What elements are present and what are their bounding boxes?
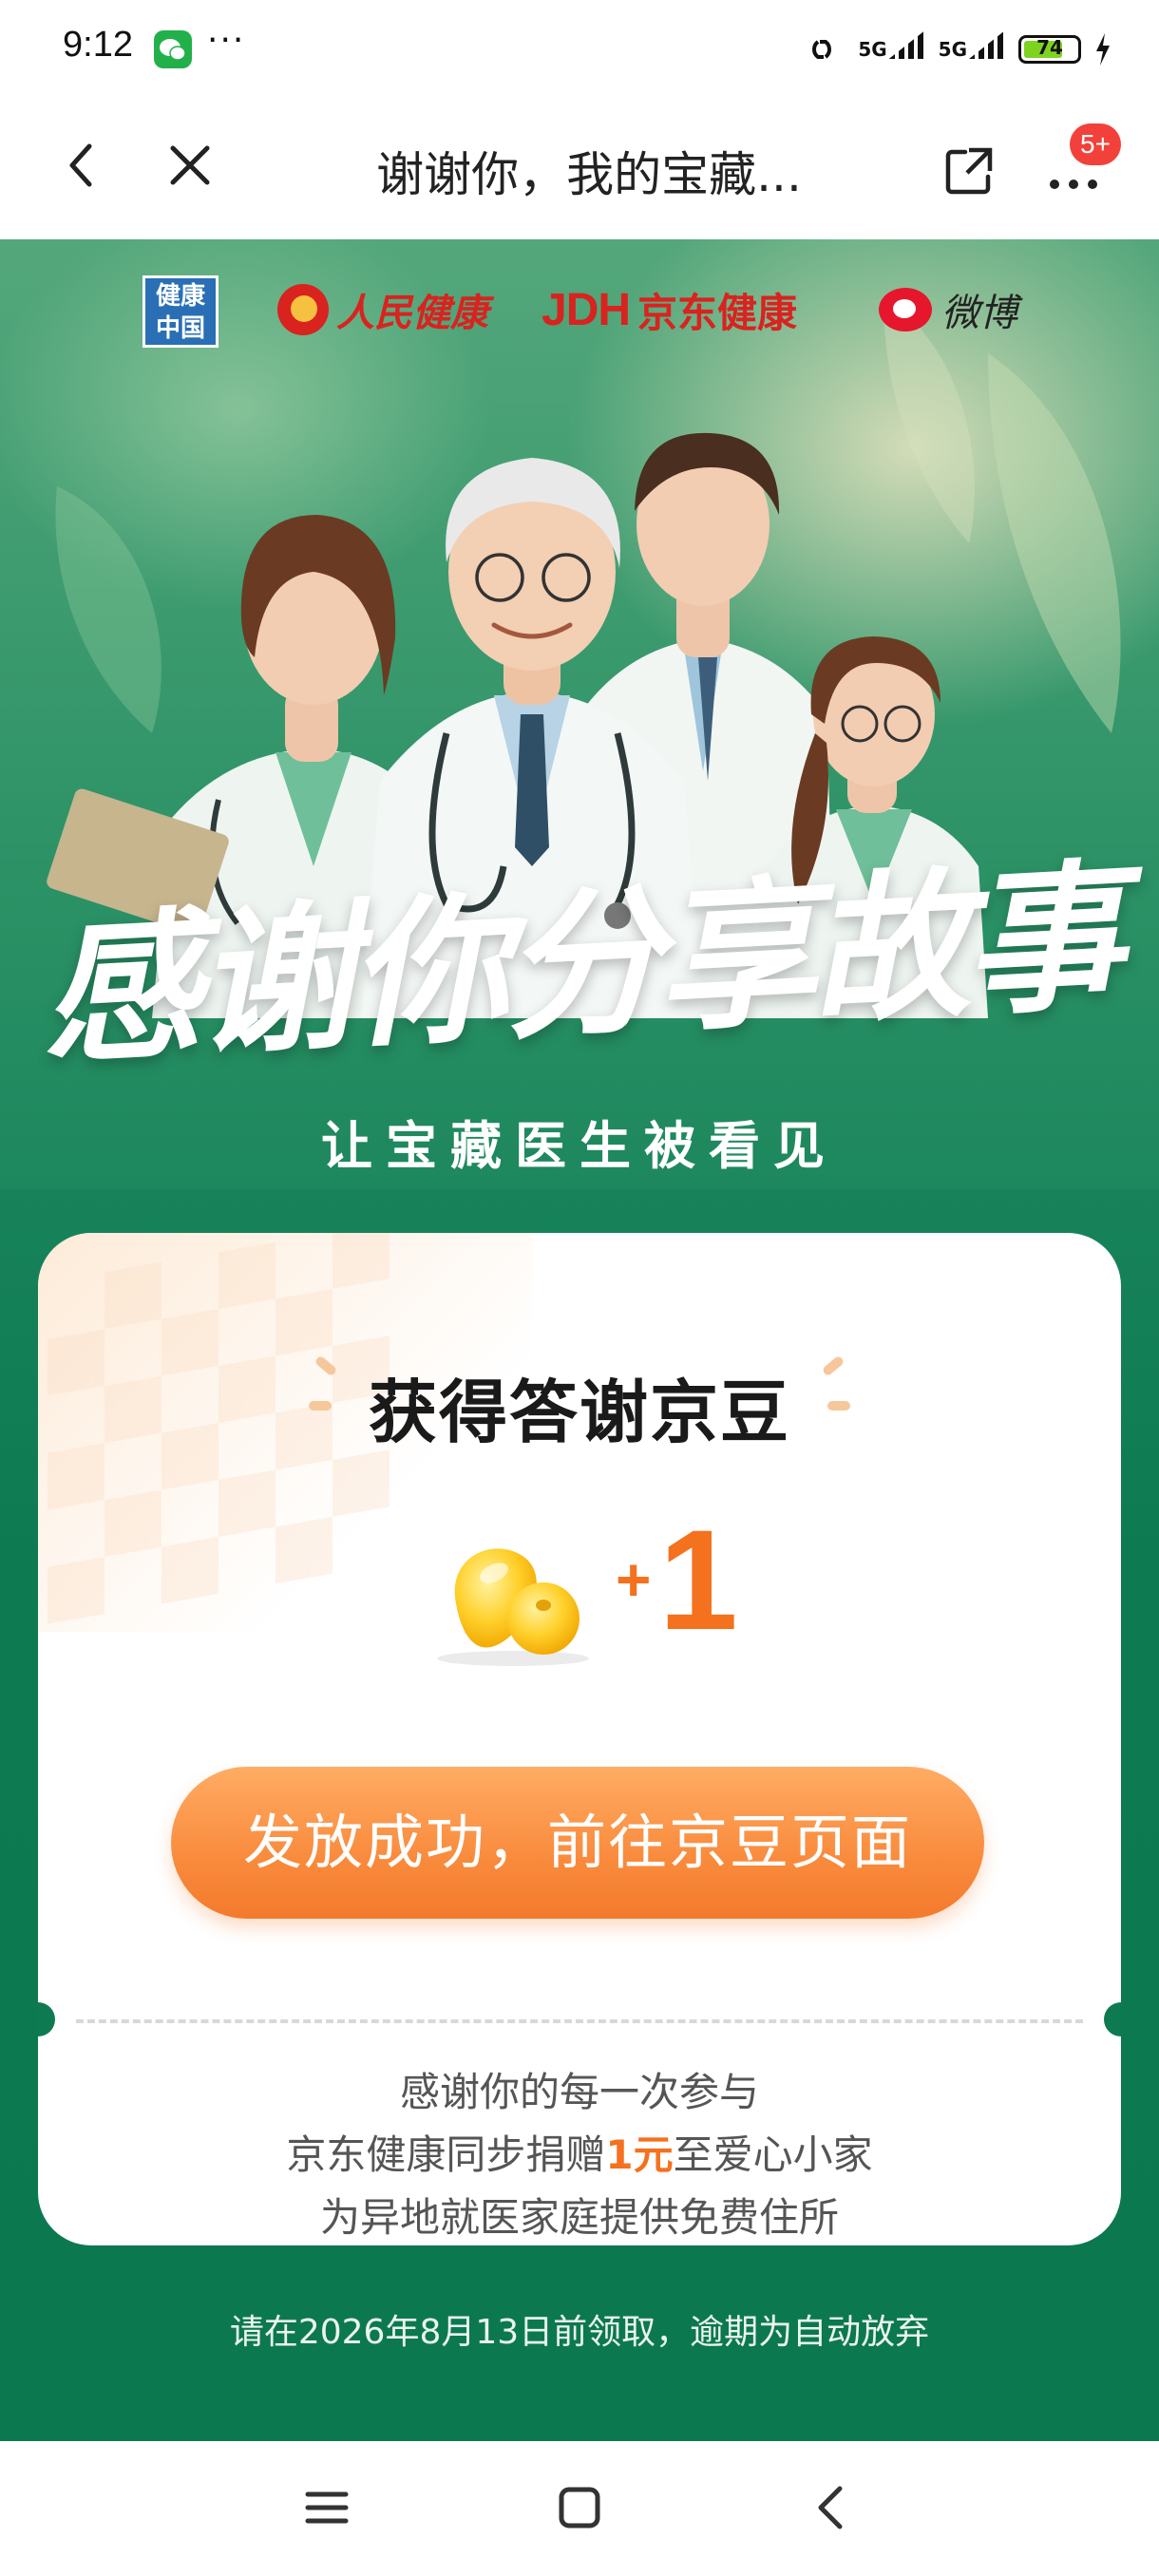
link-icon <box>812 40 832 59</box>
logo-weibo: 微博 <box>879 281 1017 338</box>
menu-icon <box>305 2491 349 2524</box>
dashed-divider <box>76 2019 1083 2023</box>
back-button[interactable] <box>55 137 112 194</box>
wechat-icon <box>154 30 192 68</box>
home-button[interactable] <box>542 2470 618 2546</box>
thanks-line-2: 京东健康同步捐赠1元至爱心小家 <box>286 2131 873 2178</box>
back-icon <box>818 2486 843 2529</box>
go-to-jd-beans-button[interactable]: 发放成功，前往京豆页面 <box>171 1767 984 1919</box>
thanks-line-1: 感谢你的每一次参与 <box>399 2069 759 2115</box>
signal-5g-2: 5G <box>939 30 1005 61</box>
status-bar: 9:12 ··· 5G 5G 74 <box>0 0 1159 99</box>
page-title: 谢谢你，我的宝藏... <box>376 147 802 202</box>
status-time: 9:12 <box>63 25 133 65</box>
signal-bars-icon <box>969 30 1005 59</box>
thanks-message: 感谢你的每一次参与 京东健康同步捐赠1元至爱心小家 为异地就医家庭提供免费住所 <box>38 2061 1121 2245</box>
donation-amount: 1元 <box>605 2131 674 2178</box>
share-icon <box>945 147 993 195</box>
reward-amount: +1 <box>616 1500 738 1659</box>
hero-subtitle: 让宝藏医生被看见 <box>321 1116 838 1176</box>
top-nav-bar: 谢谢你，我的宝藏... 5+ <box>0 99 1159 239</box>
battery-icon: 74 <box>1018 35 1081 64</box>
home-icon <box>559 2487 600 2529</box>
status-more-dots: ··· <box>207 21 246 60</box>
thanks-line-3: 为异地就医家庭提供免费住所 <box>319 2194 839 2241</box>
signal-bars-icon <box>888 30 925 59</box>
reward-card: 获得答谢京豆 +1 发放成功，前往京豆页面 感谢你的每一次参与 京东健康同步捐赠… <box>38 1233 1121 2245</box>
status-indicators: 5G 5G 74 <box>799 27 1112 72</box>
close-button[interactable] <box>162 137 218 194</box>
close-icon <box>170 145 210 185</box>
jd-bean-icon <box>418 1518 608 1670</box>
weibo-logo-icon <box>879 288 932 331</box>
claim-deadline-text: 请在2026年8月13日前领取，逾期为自动放弃 <box>229 2313 930 2352</box>
share-button[interactable] <box>940 142 998 199</box>
partner-logos: 健康中国 人民健康 JDH 京东健康 微博 <box>0 268 1159 348</box>
notification-badge: 5+ <box>1070 123 1121 165</box>
people-health-logo-icon <box>277 284 329 335</box>
menu-button[interactable] <box>289 2470 365 2546</box>
ticket-notch-left <box>38 2002 55 2036</box>
system-back-button[interactable] <box>794 2470 870 2546</box>
page-content: 健康中国 人民健康 JDH 京东健康 微博 感谢你分享故事 让宝藏医生被看见 获… <box>0 239 1159 2441</box>
logo-jd-health: JDH 京东健康 <box>542 284 798 336</box>
logo-people-health: 人民健康 <box>277 281 488 338</box>
battery-level: 74 <box>1036 36 1063 59</box>
system-navigation-bar <box>0 2441 1159 2576</box>
ticket-notch-right <box>1104 2002 1121 2036</box>
signal-5g-1: 5G <box>858 30 925 61</box>
chevron-left-icon <box>69 143 92 187</box>
card-title: 获得答谢京豆 <box>368 1373 790 1452</box>
charging-icon <box>1096 33 1110 66</box>
